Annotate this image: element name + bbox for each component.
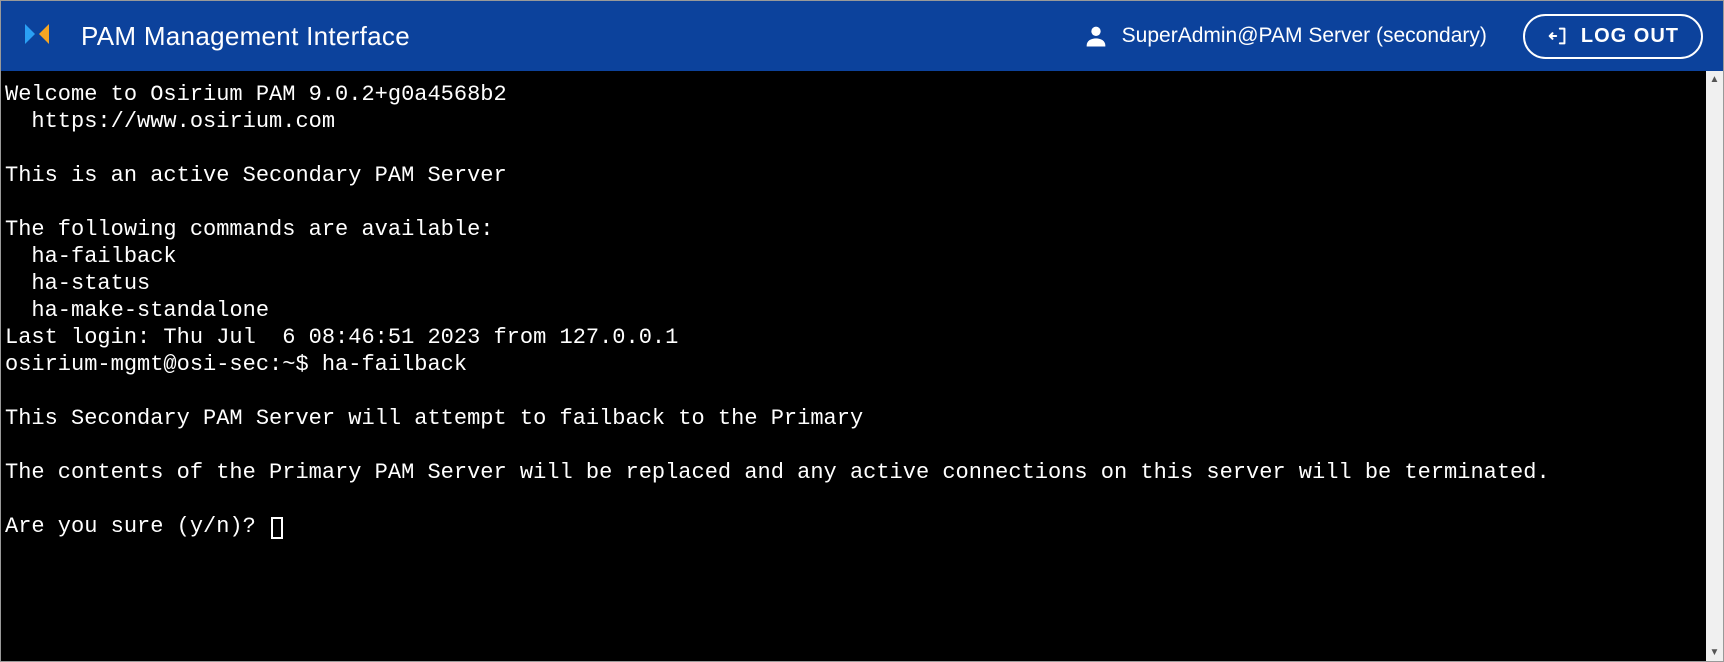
terminal-output[interactable]: Welcome to Osirium PAM 9.0.2+g0a4568b2 h… [1, 71, 1706, 661]
logout-label: LOG OUT [1581, 25, 1679, 48]
scroll-track[interactable] [1706, 88, 1723, 644]
logout-icon [1547, 25, 1569, 47]
header-bar: PAM Management Interface SuperAdmin@PAM … [1, 1, 1723, 71]
brand-logo-icon [21, 20, 53, 52]
terminal-cursor [271, 517, 283, 539]
terminal-container: Welcome to Osirium PAM 9.0.2+g0a4568b2 h… [1, 71, 1723, 661]
logout-button[interactable]: LOG OUT [1523, 14, 1703, 59]
user-icon [1082, 22, 1110, 50]
scroll-up-button[interactable]: ▲ [1706, 71, 1723, 88]
app-window: PAM Management Interface SuperAdmin@PAM … [0, 0, 1724, 662]
scroll-down-button[interactable]: ▼ [1706, 644, 1723, 661]
page-title: PAM Management Interface [81, 21, 1082, 52]
user-label: SuperAdmin@PAM Server (secondary) [1122, 24, 1487, 48]
vertical-scrollbar[interactable]: ▲ ▼ [1706, 71, 1723, 661]
user-info: SuperAdmin@PAM Server (secondary) [1082, 22, 1487, 50]
